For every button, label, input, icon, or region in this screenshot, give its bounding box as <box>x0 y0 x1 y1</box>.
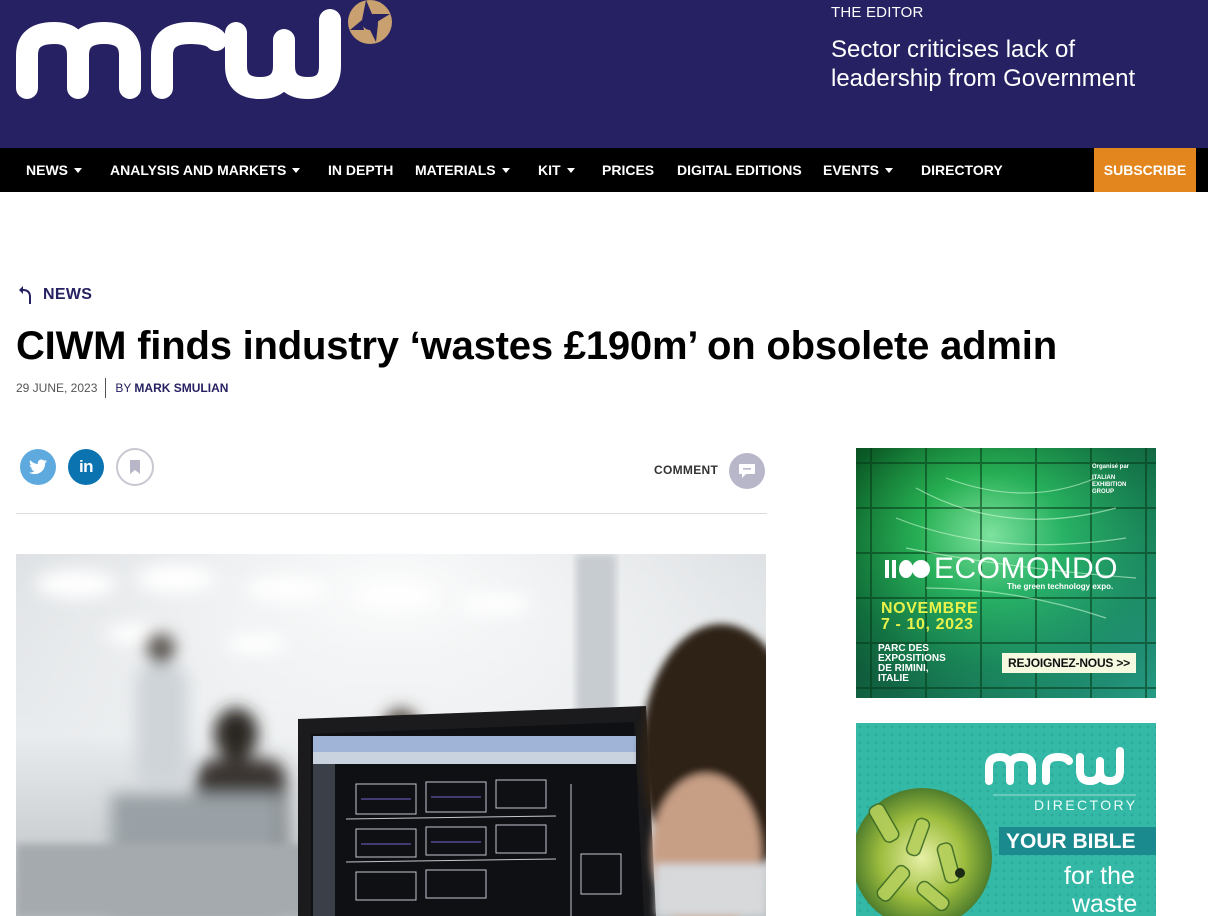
organizer-line: EXHIBITION <box>1092 482 1127 488</box>
linkedin-share-button[interactable]: in <box>68 449 104 485</box>
nav-label: ANALYSIS AND MARKETS <box>110 162 287 178</box>
mrw-directory-ad[interactable]: DIRECTORY YOUR BIBLE for the waste <box>856 723 1156 916</box>
editor-label: THE EDITOR <box>831 4 924 21</box>
directory-copy-line: for the <box>1064 862 1135 890</box>
nav-item-analysis-and-markets[interactable]: ANALYSIS AND MARKETS <box>110 148 301 192</box>
nav-item-directory[interactable]: DIRECTORY <box>921 148 1003 192</box>
chevron-down-icon <box>292 168 301 173</box>
ecomondo-brand: ECOMONDO <box>934 552 1118 585</box>
bookmark-icon <box>130 460 140 474</box>
comment-icon <box>739 464 755 478</box>
nav-label: MATERIALS <box>415 162 496 178</box>
ecomondo-tagline: The green technology expo. <box>1007 582 1114 591</box>
publish-date: 29 JUNE, 2023 <box>16 381 98 395</box>
chevron-down-icon <box>501 168 510 173</box>
linkedin-icon: in <box>78 457 94 476</box>
nav-item-events[interactable]: EVENTS <box>823 148 894 192</box>
byline-prefix: BY <box>115 381 132 395</box>
nav-label: DIRECTORY <box>921 162 1003 178</box>
mrw-logo[interactable] <box>14 0 414 110</box>
ecomondo-ad[interactable]: Organisé par ITALIAN EXHIBITION GROUP EC… <box>856 448 1156 698</box>
nav-label: DIGITAL EDITIONS <box>677 162 802 178</box>
nav-item-in-depth[interactable]: IN DEPTH <box>328 148 393 192</box>
directory-banner: YOUR BIBLE <box>1006 830 1136 853</box>
organizer-line: Organisé par <box>1092 464 1130 470</box>
chevron-down-icon <box>566 168 575 173</box>
author-link[interactable]: MARK SMULIAN <box>134 381 228 395</box>
nav-item-materials[interactable]: MATERIALS <box>415 148 510 192</box>
organizer-line: GROUP <box>1092 489 1115 495</box>
event-dates: 7 - 10, 2023 <box>881 616 974 633</box>
masthead: THE EDITOR Sector criticises lack of lea… <box>0 0 1208 148</box>
nav-label: NEWS <box>26 162 68 178</box>
chevron-down-icon <box>885 168 894 173</box>
comment-link[interactable]: COMMENT <box>654 463 718 477</box>
section-label: NEWS <box>43 286 93 303</box>
nav-item-kit[interactable]: KIT <box>538 148 575 192</box>
article-meta: 29 JUNE, 2023 BY MARK SMULIAN <box>16 377 228 399</box>
twitter-share-button[interactable] <box>20 449 56 485</box>
main-nav: NEWS ANALYSIS AND MARKETS IN DEPTH MATER… <box>0 148 1208 192</box>
ecomondo-logo-icon <box>885 560 930 578</box>
ecomondo-logo: ECOMONDO <box>884 554 1118 584</box>
office-computer-photo <box>16 554 766 916</box>
ad-organizer: Organisé par ITALIAN EXHIBITION GROUP <box>1092 464 1129 496</box>
section-breadcrumb[interactable]: NEWS <box>18 285 92 305</box>
subscribe-button[interactable]: SUBSCRIBE <box>1094 148 1196 192</box>
nav-item-digital-editions[interactable]: DIGITAL EDITIONS <box>677 148 802 192</box>
chevron-down-icon <box>74 168 82 173</box>
article-hero-image <box>16 554 766 916</box>
nav-item-news[interactable]: NEWS <box>26 148 82 192</box>
venue-line: ITALIE <box>878 673 909 684</box>
editor-headline-link[interactable]: Sector criticises lack of leadership fro… <box>831 35 1191 93</box>
nav-item-prices[interactable]: PRICES <box>602 148 654 192</box>
share-divider <box>16 513 767 514</box>
nav-label: IN DEPTH <box>328 162 394 178</box>
organizer-line: ITALIAN <box>1092 475 1116 481</box>
directory-label: DIRECTORY <box>1034 797 1138 813</box>
meta-divider <box>105 378 107 398</box>
twitter-icon <box>29 459 47 475</box>
directory-copy-line: waste <box>1072 890 1138 916</box>
ad-cta-button[interactable]: REJOIGNEZ-NOUS >> <box>1002 653 1136 673</box>
nav-label: PRICES <box>602 162 655 178</box>
article-title: CIWM finds industry ‘wastes £190m’ on ob… <box>16 324 1057 368</box>
nav-label: EVENTS <box>823 162 880 178</box>
bookmark-button[interactable] <box>116 448 154 486</box>
nav-label: KIT <box>538 162 561 178</box>
event-venue: PARC DES EXPOSITIONS DE RIMINI, ITALIE <box>878 644 946 684</box>
editor-promo[interactable]: THE EDITOR Sector criticises lack of lea… <box>831 4 1191 93</box>
comment-button[interactable] <box>729 453 765 489</box>
back-arrow-icon <box>19 286 31 304</box>
